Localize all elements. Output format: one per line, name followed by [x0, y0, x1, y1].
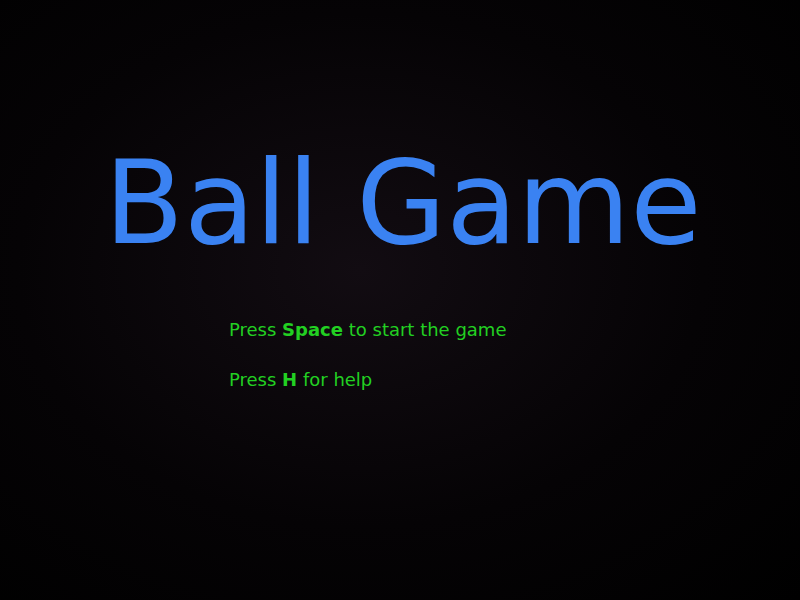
instruction-line: Press Space to start the game [229, 319, 800, 341]
instructions: Press Space to start the gamePress H for… [0, 319, 800, 390]
instruction-suffix: for help [297, 369, 372, 390]
instruction-key: H [282, 369, 297, 390]
instruction-line: Press H for help [229, 369, 800, 391]
instruction-suffix: to start the game [343, 319, 507, 340]
game-title: Ball Game [0, 145, 800, 261]
instruction-key: Space [282, 319, 343, 340]
starfield-background: Ball GamePress Space to start the gamePr… [0, 0, 800, 600]
instruction-prefix: Press [229, 369, 282, 390]
instruction-prefix: Press [229, 319, 282, 340]
